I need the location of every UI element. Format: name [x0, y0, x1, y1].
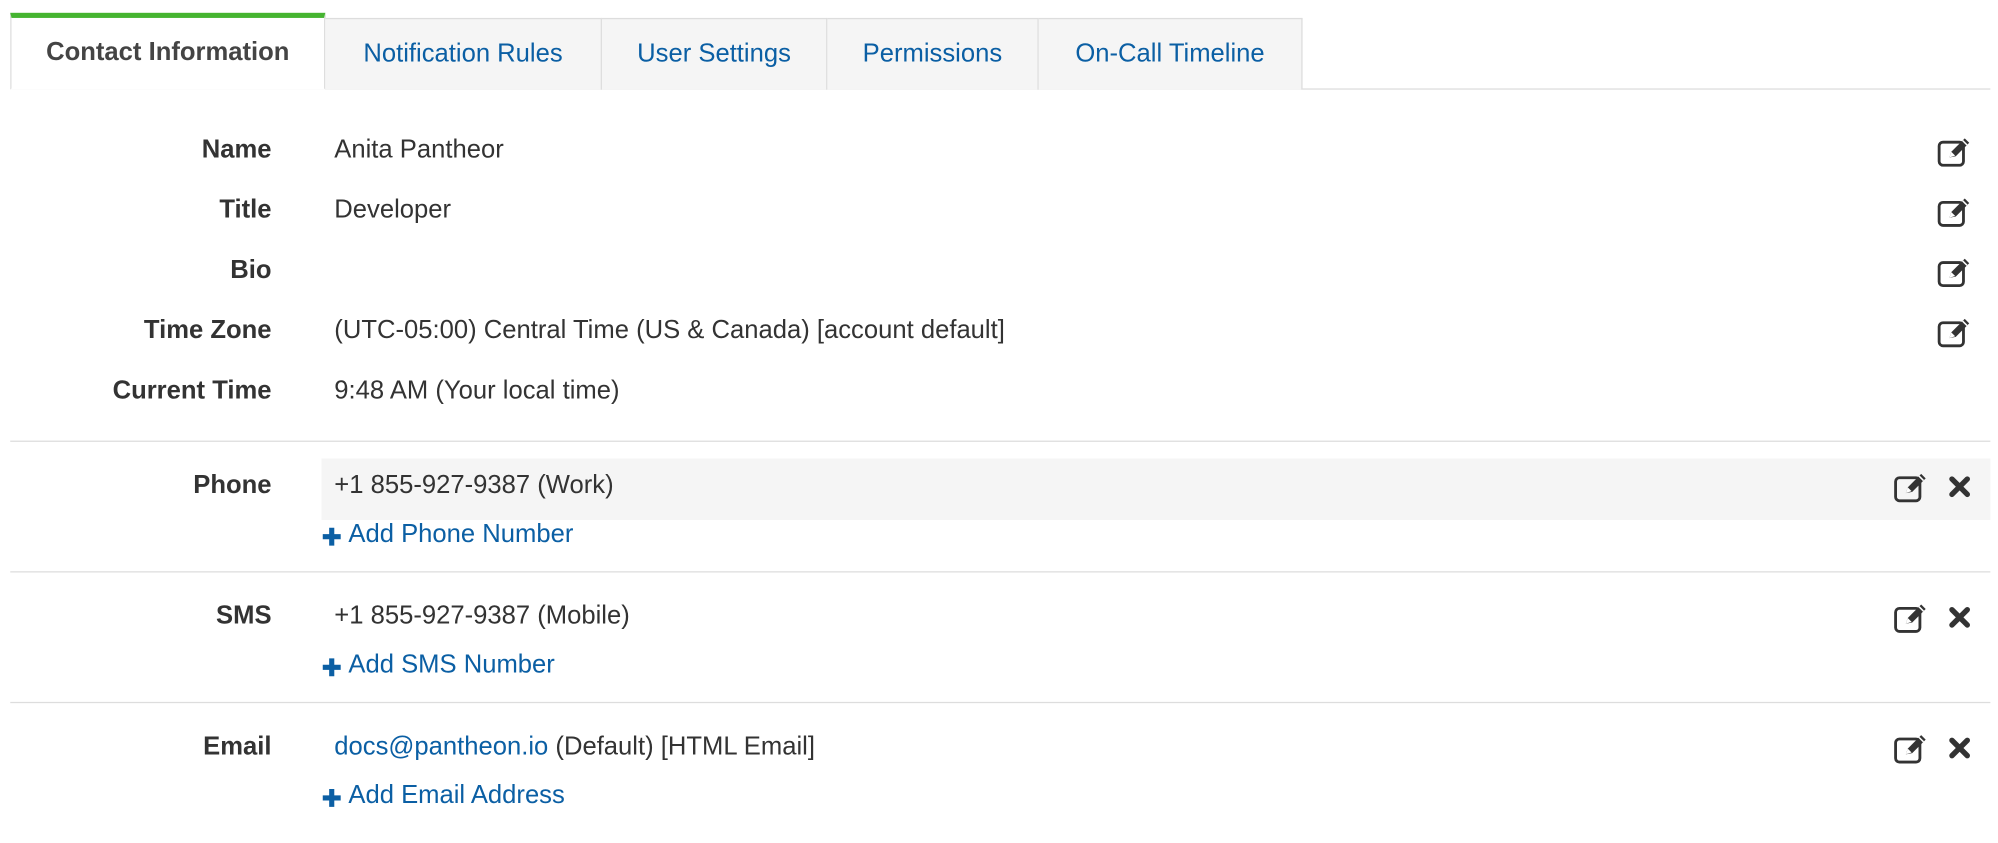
plus-icon [321, 524, 341, 545]
section-divider [10, 440, 1991, 442]
delete-email-icon[interactable] [1947, 735, 1973, 761]
email-address-link[interactable]: docs@pantheon.io [334, 733, 548, 761]
section-divider [10, 571, 1991, 573]
sms-value: +1 855-927-9387 (Mobile) [334, 601, 630, 631]
edit-bio-icon[interactable] [1937, 256, 1973, 289]
current-time-row: Current Time 9:48 AM (Your local time) [10, 377, 1990, 410]
title-value: Developer [334, 195, 452, 225]
delete-phone-icon[interactable] [1947, 474, 1973, 500]
name-row: Name Anita Pantheor [10, 136, 1990, 169]
name-value: Anita Pantheor [334, 135, 504, 164]
tab-user-settings[interactable]: User Settings [601, 17, 828, 90]
timezone-value: (UTC-05:00) Central Time (US & Canada) [… [334, 316, 1005, 345]
add-sms-number-label: Add SMS Number [348, 650, 555, 679]
email-row: Email docs@pantheon.io (Default) [HTML E… [10, 733, 1990, 766]
profile-tabs: Contact Information Notification Rules U… [10, 0, 1991, 90]
plus-icon [321, 786, 341, 807]
edit-email-icon[interactable] [1893, 733, 1929, 766]
current-time-label: Current Time [112, 376, 272, 405]
add-sms-number-link[interactable]: Add SMS Number [321, 650, 555, 680]
edit-sms-icon[interactable] [1893, 602, 1929, 635]
add-email-address-link[interactable]: Add Email Address [321, 781, 565, 810]
add-phone-number-link[interactable]: Add Phone Number [321, 520, 573, 549]
tab-on-call-timeline[interactable]: On-Call Timeline [1038, 17, 1303, 90]
phone-value: +1 855-927-9387 (Work) [334, 471, 614, 500]
sms-label: SMS [216, 601, 272, 631]
bio-label: Bio [230, 256, 272, 285]
tab-notification-rules[interactable]: Notification Rules [325, 17, 602, 90]
add-email-address-label: Add Email Address [348, 781, 565, 810]
phone-label: Phone [193, 471, 272, 500]
tab-permissions[interactable]: Permissions [827, 17, 1039, 90]
tab-contact-information[interactable]: Contact Information [10, 12, 326, 90]
name-label: Name [201, 135, 272, 164]
bio-row: Bio [10, 256, 1990, 289]
plus-icon [321, 655, 341, 676]
edit-name-icon[interactable] [1937, 136, 1973, 169]
edit-phone-icon[interactable] [1893, 471, 1929, 504]
email-label: Email [203, 732, 272, 761]
email-details: (Default) [HTML Email] [548, 732, 815, 761]
timezone-label: Time Zone [143, 316, 272, 345]
title-row: Title Developer [10, 196, 1990, 229]
delete-sms-icon[interactable] [1947, 605, 1973, 631]
user-profile-panel: Contact Information Notification Rules U… [0, 0, 1998, 843]
title-label: Title [219, 195, 272, 225]
email-value: docs@pantheon.io (Default) [HTML Email] [334, 733, 815, 762]
edit-title-icon[interactable] [1937, 196, 1973, 229]
current-time-value: 9:48 AM (Your local time) [334, 376, 620, 405]
add-phone-number-label: Add Phone Number [348, 520, 574, 549]
section-divider [10, 701, 1991, 704]
phone-row: Phone +1 855-927-9387 (Work) [10, 471, 1990, 504]
edit-timezone-icon[interactable] [1937, 316, 1973, 349]
timezone-row: Time Zone (UTC-05:00) Central Time (US &… [10, 316, 1990, 349]
sms-row: SMS +1 855-927-9387 (Mobile) [10, 602, 1990, 635]
